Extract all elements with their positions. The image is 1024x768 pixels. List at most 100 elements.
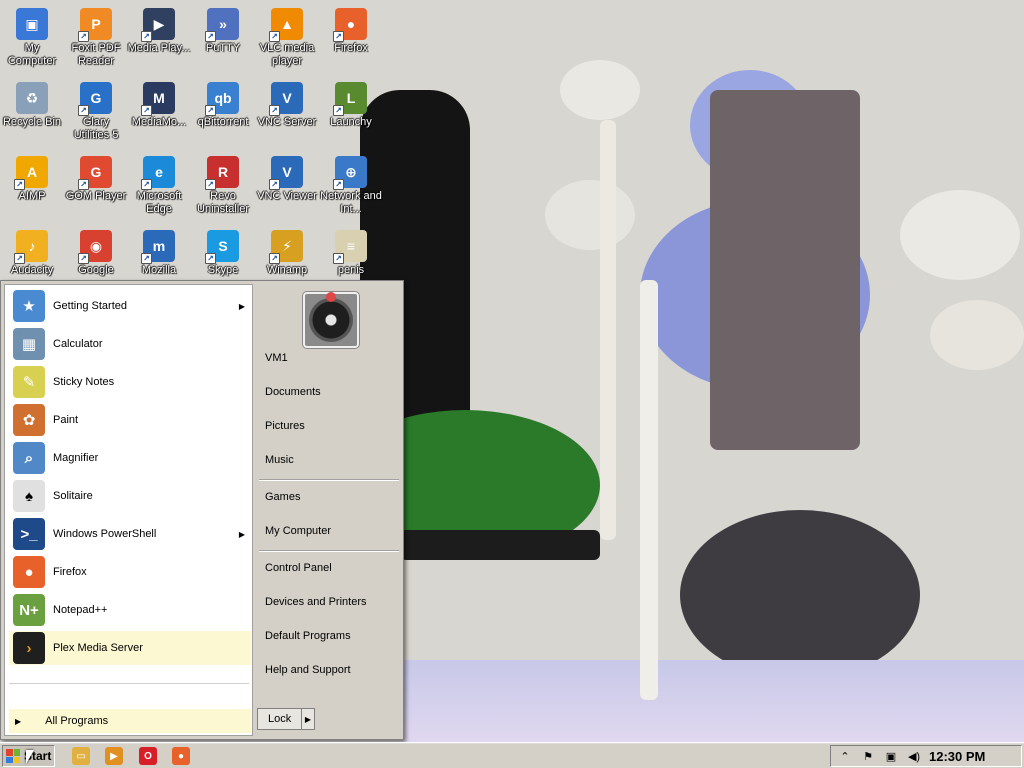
desktop-icon-mozilla[interactable]: m ↗ Mozilla <box>127 230 191 277</box>
shortcut-arrow-icon: ↗ <box>205 179 216 190</box>
program-label: Plex Media Server <box>53 642 143 654</box>
shortcut-arrow-icon: ↗ <box>78 105 89 116</box>
program-item-sticky-notes[interactable]: ✎ Sticky Notes <box>9 365 251 399</box>
program-label: Firefox <box>53 566 87 578</box>
desktop-icon-vlc-media-player[interactable]: ▲ ↗ VLC media player <box>255 8 319 68</box>
start-menu: ★ Getting Started ▶ ▦ Calculator ✎ Sticky Note… <box>0 280 404 740</box>
shortcut-arrow-icon: ↗ <box>333 179 344 190</box>
desktop-icon-audacity[interactable]: ♪ ↗ Audacity <box>0 230 64 277</box>
program-label: Sticky Notes <box>53 376 115 388</box>
desktop-icon-my-computer[interactable]: ▣ My Computer <box>0 8 64 68</box>
powershell-icon: >_ <box>13 518 45 550</box>
desktop-icon-winamp[interactable]: ⚡ ↗ Winamp <box>255 230 319 277</box>
desktop-icon-label: Winamp <box>266 264 308 276</box>
shortcut-arrow-icon: ↗ <box>141 105 152 116</box>
shortcut-arrow-icon: ↗ <box>14 179 25 190</box>
place-item-pictures[interactable]: Pictures <box>265 413 399 439</box>
windows-logo-icon <box>6 749 20 763</box>
desktop-icon-network-and-int[interactable]: ⊕ ↗ Network and Int... <box>319 156 383 216</box>
shortcut-arrow-icon: ↗ <box>141 31 152 42</box>
program-item-solitaire[interactable]: ♠ Solitaire <box>9 479 251 513</box>
program-item-plex-media-server[interactable]: › Plex Media Server <box>9 631 251 665</box>
paint-icon: ✿ <box>13 404 45 436</box>
program-item-getting-started[interactable]: ★ Getting Started ▶ <box>9 289 251 323</box>
desktop-icon-google[interactable]: ◉ ↗ Google <box>64 230 128 277</box>
chevron-up-icon[interactable]: ⌃ <box>836 748 854 764</box>
terminal-icon: » ↗ <box>205 8 239 42</box>
vnc-icon: V ↗ <box>269 82 303 116</box>
place-item-control-panel[interactable]: Control Panel <box>265 555 399 581</box>
desktop-icon-putty[interactable]: » ↗ PuTTY <box>191 8 255 55</box>
desktop-icon-mediamo[interactable]: M ↗ MediaMo... <box>127 82 191 129</box>
flag-icon[interactable]: ⚑ <box>859 748 877 764</box>
program-item-paint[interactable]: ✿ Paint <box>9 403 251 437</box>
desktop-icon-firefox[interactable]: ● ↗ Firefox <box>319 8 383 55</box>
desktop-icon-launchy[interactable]: L ↗ Launchy <box>319 82 383 129</box>
desktop-icon-label: Revo Uninstaller <box>197 190 249 215</box>
desktop-icon-skype[interactable]: S ↗ Skype <box>191 230 255 277</box>
desktop-icon-penis[interactable]: ≡ ↗ penis <box>319 230 383 277</box>
place-item-games[interactable]: Games <box>265 484 399 510</box>
winamp-icon: ⚡ ↗ <box>269 230 303 264</box>
start-menu-places-pane: VM1 Documents Pictures Music Games My Compute… <box>257 284 401 736</box>
desktop-icon-foxit-pdf-reader[interactable]: P ↗ Foxit PDF Reader <box>64 8 128 68</box>
quick-launch-explorer-icon[interactable]: ▭ <box>72 747 90 765</box>
desktop-icon-glary-utilities-5[interactable]: G ↗ Glary Utilities 5 <box>64 82 128 142</box>
network-icon[interactable]: ▣ <box>882 748 900 764</box>
desktop-icon-gom-player[interactable]: G ↗ GOM Player <box>64 156 128 203</box>
shortcut-arrow-icon: ↗ <box>269 105 280 116</box>
program-label: Paint <box>53 414 79 426</box>
network-icon: ⊕ ↗ <box>333 156 367 190</box>
edge-icon: e ↗ <box>141 156 175 190</box>
desktop-icon-label: VLC media player <box>259 42 315 67</box>
revo-icon: R ↗ <box>205 156 239 190</box>
desktop-icon-aimp[interactable]: A ↗ AIMP <box>0 156 64 203</box>
quick-launch-opera-icon[interactable]: O <box>139 747 157 765</box>
user-picture[interactable] <box>303 292 359 348</box>
place-item-help-and-support[interactable]: Help and Support <box>265 657 399 683</box>
quick-launch-media-player-icon[interactable]: ▶ <box>105 747 123 765</box>
shortcut-arrow-icon: ↗ <box>205 31 216 42</box>
place-item-devices-and-printers[interactable]: Devices and Printers <box>265 589 399 615</box>
place-item-vm1[interactable]: VM1 <box>265 345 399 371</box>
clock[interactable]: 12:30 PM <box>929 749 985 764</box>
desktop-icon-media-play[interactable]: ▶ ↗ Media Play... <box>127 8 191 55</box>
desktop-icon-vnc-viewer[interactable]: V ↗ VNC Viewer <box>255 156 319 203</box>
taskbar: Start ▭ ▶ O ● ⌃ ⚑ ▣ ◀) 12:30 PM <box>0 742 1024 768</box>
lock-options-arrow-icon[interactable]: ▶ <box>302 709 314 729</box>
all-programs-button[interactable]: ▶ All Programs <box>9 709 251 733</box>
volume-icon[interactable]: ◀) <box>905 748 923 764</box>
place-item-my-computer[interactable]: My Computer <box>265 518 399 544</box>
audacity-icon: ♪ ↗ <box>14 230 48 264</box>
desktop-icon-microsoft-edge[interactable]: e ↗ Microsoft Edge <box>127 156 191 216</box>
program-item-calculator[interactable]: ▦ Calculator <box>9 327 251 361</box>
program-label: Getting Started <box>53 300 127 312</box>
shortcut-arrow-icon: ↗ <box>141 179 152 190</box>
program-item-notepad[interactable]: N+ Notepad++ <box>9 593 251 627</box>
desktop-icon-label: qBittorrent <box>197 116 249 128</box>
desktop-icon-qbittorrent[interactable]: qb ↗ qBittorrent <box>191 82 255 129</box>
desktop-icon-vnc-server[interactable]: V ↗ VNC Server <box>255 82 319 129</box>
magnifier-icon: ⌕ <box>13 442 45 474</box>
qbittorrent-icon: qb ↗ <box>205 82 239 116</box>
lock-button[interactable]: Lock <box>258 709 302 729</box>
program-label: Notepad++ <box>53 604 108 616</box>
program-item-firefox[interactable]: ● Firefox <box>9 555 251 589</box>
quick-launch-firefox-icon[interactable]: ● <box>172 747 190 765</box>
desktop-icon-revo-uninstaller[interactable]: R ↗ Revo Uninstaller <box>191 156 255 216</box>
notepad-plus-icon: N+ <box>13 594 45 626</box>
mediamonkey-icon: M ↗ <box>141 82 175 116</box>
shortcut-arrow-icon: ↗ <box>14 253 25 264</box>
place-item-music[interactable]: Music <box>265 447 399 473</box>
place-item-default-programs[interactable]: Default Programs <box>265 623 399 649</box>
solitaire-icon: ♠ <box>13 480 45 512</box>
submenu-arrow-icon: ▶ <box>238 301 245 311</box>
place-item-documents[interactable]: Documents <box>265 379 399 405</box>
program-item-windows-powershell[interactable]: >_ Windows PowerShell ▶ <box>9 517 251 551</box>
desktop-icon-recycle-bin[interactable]: ♻ Recycle Bin <box>0 82 64 129</box>
program-label: Windows PowerShell <box>53 528 157 540</box>
shortcut-arrow-icon: ↗ <box>78 31 89 42</box>
program-item-magnifier[interactable]: ⌕ Magnifier <box>9 441 251 475</box>
skype-icon: S ↗ <box>205 230 239 264</box>
shortcut-arrow-icon: ↗ <box>333 253 344 264</box>
